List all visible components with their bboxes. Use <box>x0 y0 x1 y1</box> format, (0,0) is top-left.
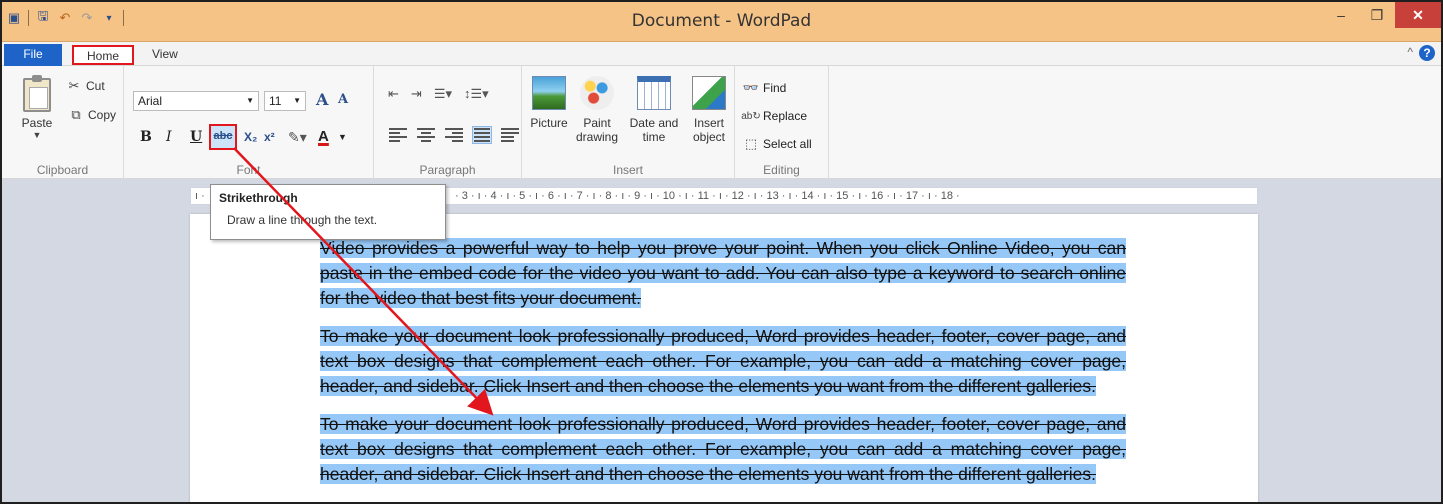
font-family-value: Arial <box>138 94 163 108</box>
increase-indent-icon[interactable]: ⇥ <box>411 86 422 102</box>
select-all-icon: ⬚ <box>744 136 758 151</box>
document-paragraph[interactable]: Video provides a powerful way to help yo… <box>320 236 1126 311</box>
document-page[interactable]: Video provides a powerful way to help yo… <box>190 214 1258 502</box>
paste-label: Paste <box>21 116 53 130</box>
collapse-ribbon-icon[interactable]: ^ <box>1407 45 1413 59</box>
insert-object-button[interactable]: Insert object <box>686 76 732 144</box>
window-controls: – ❐ ✕ <box>1323 2 1441 28</box>
highlight-color-icon[interactable]: ✎▾ <box>288 126 307 148</box>
picture-button[interactable]: Picture <box>526 76 572 130</box>
bold-button[interactable]: B <box>140 126 152 148</box>
alignment-row <box>388 126 520 144</box>
find-button[interactable]: 👓 Find <box>743 80 786 96</box>
select-all-label: Select all <box>763 137 812 151</box>
tooltip-description: Draw a line through the text. <box>227 213 378 227</box>
cut-button[interactable]: ✂ Cut <box>66 78 105 94</box>
title-bar: ▣ 🖫 ↶ ↷ ▾ Document - WordPad – ❐ ✕ <box>2 2 1441 42</box>
chevron-down-icon[interactable]: ▼ <box>338 126 347 148</box>
ruler-left-mark: ı · <box>195 190 205 202</box>
copy-label: Copy <box>88 108 117 122</box>
tab-file[interactable]: File <box>4 44 62 66</box>
insert-object-label: Insert object <box>692 116 726 144</box>
clipboard-group: Paste ▼ ✂ Cut ⧉ Copy Clipboard <box>2 66 124 179</box>
italic-button[interactable]: I <box>166 126 172 148</box>
insert-group-label: Insert <box>612 163 643 177</box>
align-right-icon[interactable] <box>444 126 464 144</box>
subscript-button[interactable]: X₂ <box>244 126 257 148</box>
replace-label: Replace <box>763 109 808 123</box>
tooltip-title: Strikethrough <box>219 191 298 205</box>
selected-text: Video provides a powerful way to help yo… <box>320 238 1126 308</box>
document-paragraph[interactable]: To make your document look professionall… <box>320 324 1126 399</box>
strikethrough-button[interactable]: abc <box>209 124 237 150</box>
paint-drawing-label: Paint drawing <box>575 116 619 144</box>
help-icon[interactable]: ? <box>1419 45 1435 61</box>
superscript-button[interactable]: x² <box>264 126 275 148</box>
date-time-button[interactable]: Date and time <box>626 76 682 144</box>
ribbon: Paste ▼ ✂ Cut ⧉ Copy Clipboard Arial ▼ 1… <box>2 66 1441 179</box>
tab-home[interactable]: Home <box>72 45 134 65</box>
decrease-indent-icon[interactable]: ⇤ <box>388 86 399 102</box>
wordpad-window: ▣ 🖫 ↶ ↷ ▾ Document - WordPad – ❐ ✕ File … <box>0 0 1443 504</box>
bullet-list-icon[interactable]: ☰▾ <box>434 86 452 102</box>
object-icon <box>692 76 726 110</box>
minimize-button[interactable]: – <box>1323 2 1359 28</box>
ruler-marks: · 3 · ı · 4 · ı · 5 · ı · 6 · ı · 7 · ı … <box>455 190 960 202</box>
chevron-down-icon: ▼ <box>293 96 301 105</box>
paint-drawing-button[interactable]: Paint drawing <box>574 76 620 144</box>
paragraph-settings-icon[interactable] <box>500 126 520 144</box>
binoculars-icon: 👓 <box>742 80 760 95</box>
close-button[interactable]: ✕ <box>1395 2 1441 28</box>
align-left-icon[interactable] <box>388 126 408 144</box>
tab-view[interactable]: View <box>142 45 188 65</box>
grow-font-button[interactable]: A <box>316 90 328 109</box>
strikethrough-tooltip: Strikethrough Draw a line through the te… <box>210 184 446 240</box>
paragraph-group-label: Paragraph <box>419 163 476 177</box>
restore-button[interactable]: ❐ <box>1359 2 1395 28</box>
font-size-value: 11 <box>269 94 282 108</box>
font-color-button[interactable]: A <box>318 126 329 148</box>
align-center-icon[interactable] <box>416 126 436 144</box>
chevron-down-icon: ▼ <box>32 130 42 140</box>
editing-group-label: Editing <box>763 163 800 177</box>
ribbon-tabs: File Home View ^ ? <box>2 42 1441 66</box>
selected-text: To make your document look professionall… <box>320 414 1126 484</box>
font-family-select[interactable]: Arial ▼ <box>133 91 259 111</box>
paragraph-group: ⇤ ⇥ ☰▾ ↕☰▾ Paragraph <box>374 66 522 179</box>
line-spacing-icon[interactable]: ↕☰▾ <box>464 86 489 102</box>
copy-button[interactable]: ⧉ Copy <box>68 107 116 123</box>
editing-group: 👓 Find ab↻ Replace ⬚ Select all Editing <box>735 66 829 179</box>
font-group-label: Font <box>236 163 261 177</box>
select-all-button[interactable]: ⬚ Select all <box>743 136 812 152</box>
selected-text: To make your document look professionall… <box>320 326 1126 396</box>
justify-icon[interactable] <box>472 126 492 144</box>
cut-label: Cut <box>86 79 105 93</box>
picture-label: Picture <box>530 116 568 130</box>
insert-group: Picture Paint drawing Date and time Inse… <box>522 66 735 179</box>
paragraph-row-1: ⇤ ⇥ ☰▾ ↕☰▾ <box>388 86 489 102</box>
clipboard-icon <box>23 75 51 112</box>
document-body[interactable]: Video provides a powerful way to help yo… <box>320 236 1126 500</box>
font-group: Arial ▼ 11 ▼ A A B I U abc X₂ x² ✎▾ A ▼ … <box>124 66 374 179</box>
paste-button[interactable]: Paste ▼ <box>20 75 54 140</box>
window-title: Document - WordPad <box>631 11 812 31</box>
scissors-icon: ✂ <box>68 78 80 93</box>
clipboard-group-label: Clipboard <box>36 163 89 177</box>
copy-icon: ⧉ <box>71 107 81 122</box>
find-label: Find <box>763 81 787 95</box>
replace-button[interactable]: ab↻ Replace <box>741 108 808 124</box>
paint-palette-icon <box>580 76 614 110</box>
replace-icon: ab↻ <box>741 110 761 122</box>
picture-icon <box>532 76 566 110</box>
calendar-clock-icon <box>637 76 671 110</box>
font-size-select[interactable]: 11 ▼ <box>264 91 306 111</box>
shrink-font-button[interactable]: A <box>338 92 348 107</box>
date-time-label: Date and time <box>629 116 679 144</box>
chevron-down-icon: ▼ <box>246 96 254 105</box>
document-paragraph[interactable]: To make your document look professionall… <box>320 412 1126 487</box>
underline-button[interactable]: U <box>190 126 202 148</box>
